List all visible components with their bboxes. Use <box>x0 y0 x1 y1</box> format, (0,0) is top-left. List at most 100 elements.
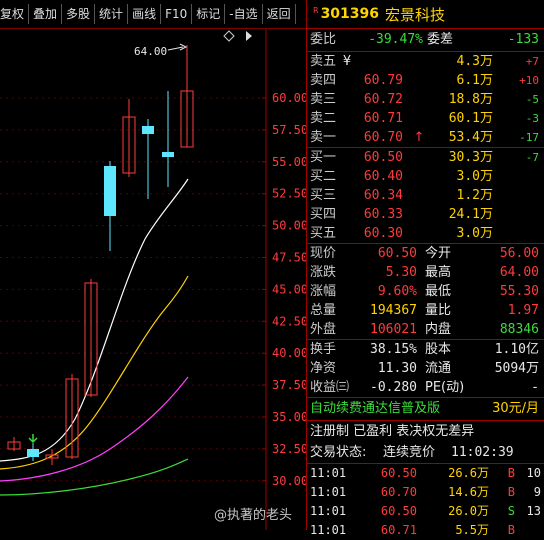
toolbar-overlay[interactable]: 叠加 <box>29 4 63 24</box>
candle-6[interactable] <box>104 166 116 216</box>
candlesticks <box>7 45 194 465</box>
ask-change: -5 <box>525 93 539 106</box>
commission-ratio-value: -39.47% <box>368 32 423 47</box>
ad-price[interactable]: 30元/月 <box>492 398 539 420</box>
toolbar-multi-stock[interactable]: 多股 <box>62 4 96 24</box>
ask-row-4[interactable]: 卖二 60.71 60.1万 -3 <box>307 109 544 128</box>
trade-status-label: 交易状态: <box>310 445 367 460</box>
price-tick-label: 50.00 <box>272 219 306 233</box>
bid-row-4[interactable]: 买四 60.33 24.1万 <box>307 205 544 224</box>
bid-price: 60.34 <box>363 188 403 203</box>
quote-row-current: 现价 60.50 今开 56.00 <box>307 244 544 263</box>
pe-label: PE(动) <box>425 380 465 395</box>
price-tick-label: 52.50 <box>272 187 306 201</box>
trade-time-cell: 11:01 <box>310 523 347 537</box>
capital-value: 1.10亿 <box>494 342 539 357</box>
kline-chart[interactable]: 60.00 57.50 55.00 52.50 50.00 47.50 45.00 42.50… <box>0 29 306 530</box>
price-tick-label: 30.00 <box>272 474 306 488</box>
trade-volume-cell: 14.6万 <box>448 485 489 499</box>
bid-volume: 3.0万 <box>456 169 493 184</box>
candle-9[interactable] <box>162 152 174 157</box>
quote-row-volume: 总量 194367 量比 1.97 <box>307 301 544 320</box>
quote-panel: R 301396 宏景科技 委比 -39.47% 委差 -133 卖五 ¥4.3万… <box>306 0 544 537</box>
ask-level-label: 卖三 <box>310 92 337 107</box>
ad-row[interactable]: 自动续费通达信普及版 30元/月 <box>307 398 544 421</box>
bid-level-label: 买四 <box>310 207 337 222</box>
change-value: 5.30 <box>385 265 417 280</box>
scroll-right-icon[interactable] <box>246 31 252 41</box>
bid-volume: 30.3万 <box>448 150 493 165</box>
ask-level-label: 卖二 <box>310 111 337 126</box>
bid-book: 买一 60.50 30.3万 -7 买二 60.40 3.0万 买三 60.34 1.2万 买四 60… <box>307 148 544 244</box>
trade-side-cell: B <box>507 523 515 537</box>
inner-value: 88346 <box>499 322 539 337</box>
bid-volume: 1.2万 <box>456 188 493 203</box>
pe-value: - <box>531 380 539 395</box>
trade-row: 11:01 60.70 14.6万 B 9 <box>307 483 544 502</box>
fund-row-eps: 收益㈢ -0.280 PE(动) - <box>307 378 544 397</box>
commission-row: 委比 -39.47% 委差 -133 <box>307 29 544 52</box>
nav-label: 净资 <box>310 361 337 376</box>
ask-volume: 60.1万 <box>448 111 493 126</box>
ask-row-1[interactable]: 卖五 ¥4.3万 +7 <box>307 52 544 71</box>
current-price-label: 现价 <box>310 246 337 261</box>
trade-time-cell: 11:01 <box>310 466 347 480</box>
toolbar-back[interactable]: 返回 <box>263 4 296 24</box>
quote-summary: 现价 60.50 今开 56.00 涨跌 5.30 最高 64.00 涨幅 9.… <box>307 244 544 340</box>
ask-change: -17 <box>519 131 539 144</box>
ask-row-5[interactable]: 卖一 60.70 ↑ 53.4万 -17 <box>307 128 544 147</box>
stock-code[interactable]: 301396 <box>321 6 379 22</box>
kline-svg[interactable]: 60.00 57.50 55.00 52.50 50.00 47.50 45.00 42.50… <box>0 29 306 530</box>
price-tick-label: 35.00 <box>272 410 306 424</box>
ask-volume: 53.4万 <box>448 130 493 145</box>
ma5-line <box>0 178 189 462</box>
candle-2[interactable] <box>27 449 39 457</box>
toolbar-statistics[interactable]: 统计 <box>95 4 129 24</box>
bid-level-label: 买三 <box>310 188 337 203</box>
bid-row-3[interactable]: 买三 60.34 1.2万 <box>307 186 544 205</box>
trade-side-cell: B <box>507 466 515 480</box>
toolbar-draw-line[interactable]: 画线 <box>128 4 162 24</box>
trade-count-cell: 10 <box>526 466 541 480</box>
bid-row-5[interactable]: 买五 60.30 3.0万 <box>307 224 544 243</box>
toolbar-f10[interactable]: F10 <box>161 4 193 24</box>
ask-price: 60.72 <box>363 92 403 107</box>
float-value: 5094万 <box>494 361 539 376</box>
diamond-marker-icon[interactable] <box>223 30 235 42</box>
fund-row-turnover: 换手 38.15% 股本 1.10亿 <box>307 340 544 359</box>
quote-row-outer: 外盘 106021 内盘 88346 <box>307 320 544 339</box>
tick-trades: 11:01 60.50 26.6万 B 10 11:01 60.70 14.6万 B 9 11:01… <box>307 464 544 540</box>
high-price: 64.00 <box>499 265 539 280</box>
bid-level-label: 买五 <box>310 226 337 241</box>
toolbar-mark[interactable]: 标记 <box>192 4 226 24</box>
bid-row-1[interactable]: 买一 60.50 30.3万 -7 <box>307 148 544 167</box>
float-label: 流通 <box>425 361 452 376</box>
candle-8[interactable] <box>142 126 154 134</box>
trade-time-cell: 11:01 <box>310 504 347 518</box>
volume-ratio-label: 量比 <box>425 303 452 318</box>
toolbar-remove-watchlist[interactable]: -自选 <box>225 4 263 24</box>
trade-time: 11:02:39 <box>451 445 514 460</box>
stock-name[interactable]: 宏景科技 <box>385 4 445 25</box>
ad-text[interactable]: 自动续费通达信普及版 <box>310 398 440 420</box>
outer-value: 106021 <box>370 322 417 337</box>
trade-price-cell: 60.70 <box>380 485 417 499</box>
chart-toolbar: 复权 叠加 多股 统计 画线 F10 标记 -自选 返回 <box>0 0 306 29</box>
ask-book: 卖五 ¥4.3万 +7 卖四 60.79 6.1万 +10 卖三 60.72 18.8万 -5 卖二 6… <box>307 52 544 148</box>
down-arrow-icon <box>28 434 38 444</box>
ask-row-3[interactable]: 卖三 60.72 18.8万 -5 <box>307 90 544 109</box>
outer-label: 外盘 <box>310 322 337 337</box>
ask-change: -3 <box>525 112 539 125</box>
price-tick-label: 37.50 <box>272 378 306 392</box>
trade-volume-cell: 26.6万 <box>448 466 489 480</box>
trade-count-cell: 9 <box>533 485 541 499</box>
ask-mark: ¥ <box>342 54 352 69</box>
eps-label: 收益㈢ <box>310 380 350 395</box>
ask-row-2[interactable]: 卖四 60.79 6.1万 +10 <box>307 71 544 90</box>
low-price: 55.30 <box>499 284 539 299</box>
nav-value: 11.30 <box>377 361 417 376</box>
toolbar-restore-rights[interactable]: 复权 <box>0 4 30 24</box>
low-label: 最低 <box>425 284 452 299</box>
price-axis: 60.00 57.50 55.00 52.50 50.00 47.50 45.00 42.50… <box>262 91 306 488</box>
bid-row-2[interactable]: 买二 60.40 3.0万 <box>307 167 544 186</box>
